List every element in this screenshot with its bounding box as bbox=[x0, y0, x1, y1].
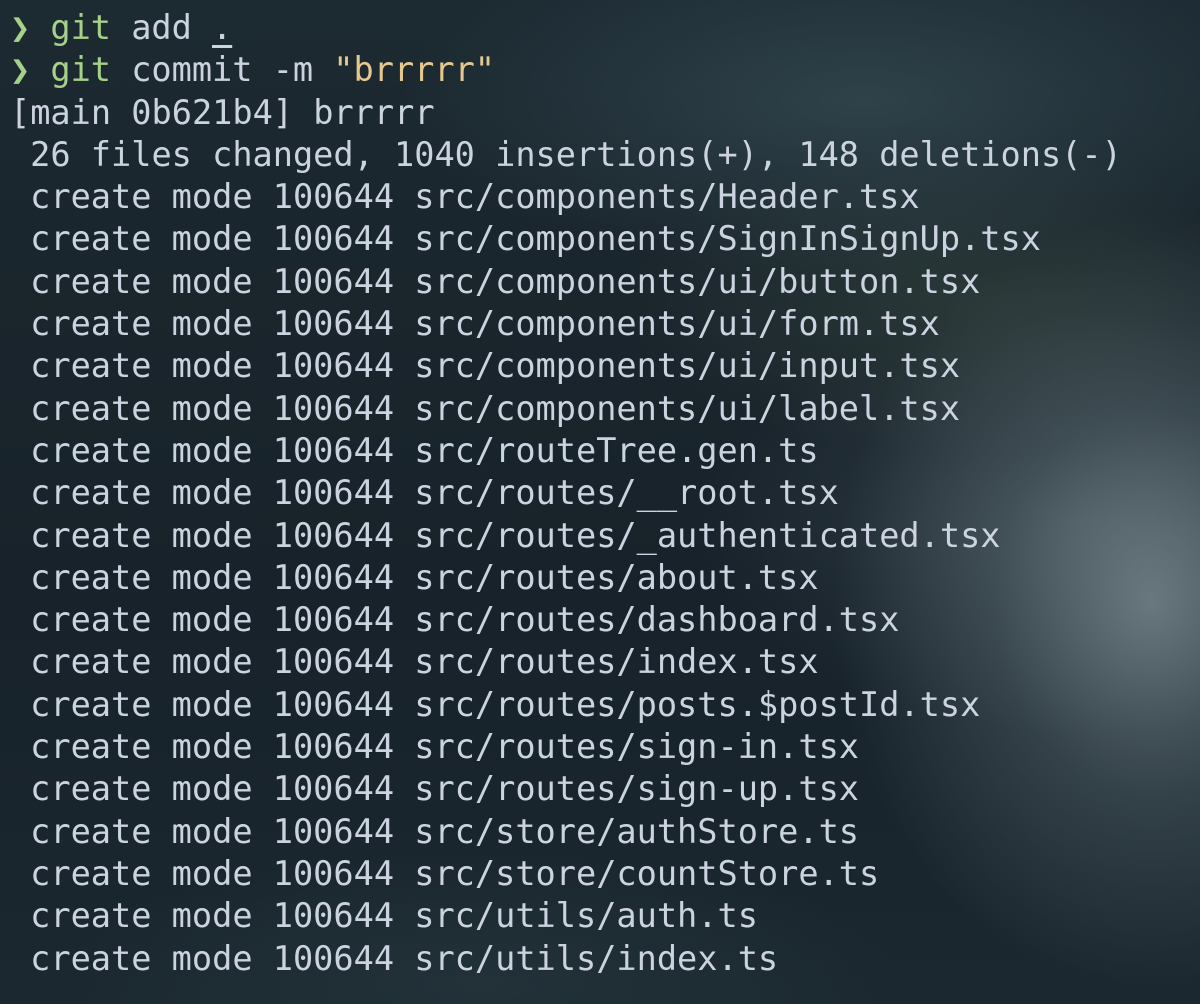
command-args: commit -m bbox=[131, 50, 314, 90]
list-item: create mode 100644 src/components/ui/lab… bbox=[10, 388, 1200, 430]
created-file-entry: create mode 100644 src/components/ui/inp… bbox=[30, 346, 961, 386]
list-item: create mode 100644 src/utils/auth.ts bbox=[10, 895, 1200, 937]
list-item: create mode 100644 src/routes/sign-in.ts… bbox=[10, 726, 1200, 768]
command-args: add bbox=[131, 8, 192, 47]
commit-header: [main 0b621b4] brrrrr bbox=[10, 92, 1200, 134]
created-file-entry: create mode 100644 src/routes/index.tsx bbox=[30, 642, 819, 682]
commit-summary: 26 files changed, 1040 insertions(+), 14… bbox=[10, 134, 1200, 176]
list-item: create mode 100644 src/components/ui/for… bbox=[10, 303, 1200, 345]
created-file-entry: create mode 100644 src/routes/_authentic… bbox=[30, 515, 1001, 555]
list-item: create mode 100644 src/components/ui/inp… bbox=[10, 345, 1200, 387]
list-item: create mode 100644 src/routes/about.tsx bbox=[10, 557, 1200, 599]
list-item: create mode 100644 src/routes/posts.$pos… bbox=[10, 684, 1200, 726]
created-file-entry: create mode 100644 src/components/SignIn… bbox=[30, 219, 1041, 259]
list-item: create mode 100644 src/routes/sign-up.ts… bbox=[10, 768, 1200, 810]
prompt-arrow-icon: ❯ bbox=[10, 8, 31, 47]
command-target-path: . bbox=[212, 8, 233, 47]
created-file-entry: create mode 100644 src/routes/sign-in.ts… bbox=[30, 727, 860, 767]
command-program: git bbox=[50, 8, 112, 47]
created-file-entry: create mode 100644 src/utils/auth.ts bbox=[30, 896, 758, 936]
list-item: create mode 100644 src/components/Header… bbox=[10, 176, 1200, 218]
created-file-entry: create mode 100644 src/routes/sign-up.ts… bbox=[30, 769, 860, 809]
created-file-entry: create mode 100644 src/store/authStore.t… bbox=[30, 811, 860, 851]
prompt-arrow-icon: ❯ bbox=[10, 50, 31, 90]
command-line-git-add: ❯ git add. bbox=[10, 7, 1200, 49]
created-file-entry: create mode 100644 src/components/Header… bbox=[30, 177, 920, 217]
created-file-entry: create mode 100644 src/store/countStore.… bbox=[30, 853, 880, 893]
commit-summary-text: 26 files changed, 1040 insertions(+), 14… bbox=[30, 134, 1122, 174]
created-file-entry: create mode 100644 src/utils/index.ts bbox=[30, 938, 779, 978]
list-item: create mode 100644 src/components/SignIn… bbox=[10, 218, 1200, 260]
commit-header-text: [main 0b621b4] brrrrr bbox=[10, 92, 435, 132]
list-item: create mode 100644 src/store/countStore.… bbox=[10, 853, 1200, 895]
terminal-window[interactable]: ❯ git add. ❯ git commit -m "brrrrr" [main 0b6… bbox=[0, 0, 1200, 1004]
list-item: create mode 100644 src/routeTree.gen.ts bbox=[10, 430, 1200, 472]
created-file-entry: create mode 100644 src/routes/about.tsx bbox=[30, 557, 819, 597]
created-file-entry: create mode 100644 src/components/ui/lab… bbox=[30, 388, 961, 428]
command-program: git bbox=[50, 50, 112, 90]
commit-message-string: "brrrrr" bbox=[333, 50, 496, 90]
created-file-entry: create mode 100644 src/routes/__root.tsx bbox=[30, 473, 839, 513]
list-item: create mode 100644 src/components/ui/but… bbox=[10, 261, 1200, 303]
list-item: create mode 100644 src/store/authStore.t… bbox=[10, 811, 1200, 853]
created-file-entry: create mode 100644 src/components/ui/for… bbox=[30, 304, 940, 344]
list-item: create mode 100644 src/routes/dashboard.… bbox=[10, 599, 1200, 641]
created-file-entry: create mode 100644 src/routes/dashboard.… bbox=[30, 600, 900, 640]
created-file-entry: create mode 100644 src/routeTree.gen.ts bbox=[30, 430, 819, 470]
command-line-git-commit: ❯ git commit -m "brrrrr" bbox=[10, 49, 1200, 91]
list-item: create mode 100644 src/routes/__root.tsx bbox=[10, 472, 1200, 514]
created-files-list: create mode 100644 src/components/Header… bbox=[10, 176, 1200, 980]
list-item: create mode 100644 src/routes/index.tsx bbox=[10, 641, 1200, 683]
terminal-output: ❯ git add. ❯ git commit -m "brrrrr" [main 0b6… bbox=[10, 7, 1200, 980]
list-item: create mode 100644 src/utils/index.ts bbox=[10, 938, 1200, 980]
created-file-entry: create mode 100644 src/routes/posts.$pos… bbox=[30, 684, 981, 724]
created-file-entry: create mode 100644 src/components/ui/but… bbox=[30, 261, 981, 301]
list-item: create mode 100644 src/routes/_authentic… bbox=[10, 515, 1200, 557]
